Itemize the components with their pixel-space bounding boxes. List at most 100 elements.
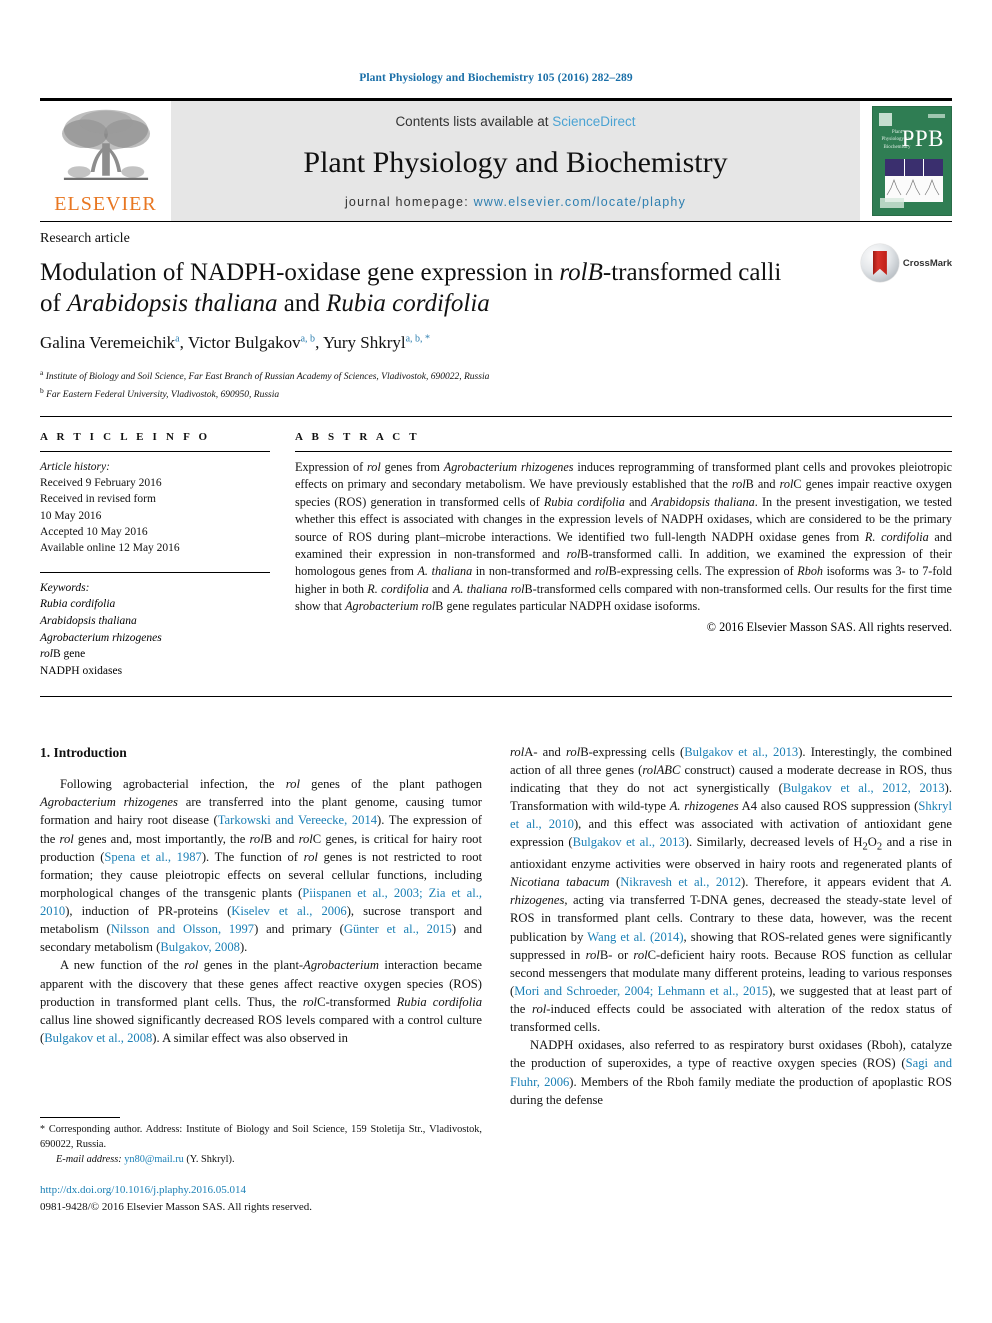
cover-issue-mark-icon <box>928 114 945 118</box>
keyword-italic-part: rol <box>40 648 53 661</box>
keyword-item: Rubia cordifolia <box>40 598 116 611</box>
footnote-rule <box>40 1117 120 1119</box>
article-info-column: A R T I C L E I N F O Article history: R… <box>40 431 295 680</box>
citation-link[interactable]: Bulgakov et al., 2008 <box>44 1031 152 1045</box>
citation-link[interactable]: Bulgakov et al., 2013 <box>573 835 685 849</box>
citation-link[interactable]: Mori and Schroeder, 2004; Lehmann et al.… <box>514 984 768 998</box>
affiliation-marker: b <box>40 385 44 395</box>
cover-footer-mark-icon <box>880 198 904 208</box>
contents-available-line: Contents lists available at ScienceDirec… <box>395 114 635 129</box>
cover-photo-2 <box>904 159 925 176</box>
crossmark-icon <box>860 244 899 282</box>
author-sep: , <box>179 333 188 352</box>
history-item: Available online 12 May 2016 <box>40 542 180 555</box>
abstract-column: A B S T R A C T Expression of rol genes … <box>295 431 952 680</box>
journal-homepage-link[interactable]: www.elsevier.com/locate/plaphy <box>474 195 686 209</box>
cover-photo-1 <box>885 159 905 176</box>
affiliation-text: Institute of Biology and Soil Science, F… <box>45 372 490 383</box>
citation-link[interactable]: Sagi and Fluhr, 2006 <box>510 1056 952 1088</box>
author-name[interactable]: Galina Veremeichik <box>40 333 175 352</box>
article-history-label: Article history: <box>40 460 110 473</box>
issn-copyright-line: 0981-9428/© 2016 Elsevier Masson SAS. Al… <box>40 1200 313 1213</box>
title-segment-1: Modulation of NADPH-oxidase gene express… <box>40 259 560 286</box>
affiliation-list: a Institute of Biology and Soil Science,… <box>40 367 952 403</box>
history-item: 10 May 2016 <box>40 509 102 522</box>
author-sep: , <box>315 333 323 352</box>
paragraph: A new function of the rol genes in the p… <box>40 958 483 1045</box>
email-label: E-mail address: <box>56 1154 122 1166</box>
citation-link[interactable]: Tarkowski and Vereecke, 2014 <box>218 813 377 827</box>
abstract-text: Expression of rol genes from Agrobacteri… <box>295 459 953 614</box>
homepage-prefix: journal homepage: <box>344 195 474 209</box>
history-item: Received in revised form <box>40 493 156 506</box>
article-type: Research article <box>40 231 130 246</box>
author-name[interactable]: Victor Bulgakov <box>188 333 301 352</box>
cover-photo-strip <box>885 159 944 176</box>
citation-link[interactable]: Günter et al., 2015 <box>344 922 452 936</box>
corresponding-author-note: * Corresponding author. Address: Institu… <box>40 1123 482 1153</box>
elsevier-tree-icon <box>61 109 150 180</box>
email-link[interactable]: yn80@mail.ru <box>124 1154 184 1165</box>
citation-link[interactable]: Nikravesh et al., 2012 <box>620 875 741 889</box>
journal-masthead: ELSEVIER Contents lists available at Sci… <box>40 98 952 221</box>
cover-plot-icon <box>886 179 940 196</box>
author-name[interactable]: Yury Shkryl <box>323 333 406 352</box>
cover-acronym: PPB <box>901 126 944 151</box>
email-owner: (Y. Shkryl). <box>183 1154 235 1166</box>
page-title: Modulation of NADPH-oxidase gene express… <box>40 257 800 319</box>
affiliation-text: Far Eastern Federal University, Vladivos… <box>46 390 280 401</box>
author-affil-marker: a, b, * <box>405 333 431 345</box>
history-item: Accepted 10 May 2016 <box>40 526 148 539</box>
abstract-rule <box>295 450 952 452</box>
affiliation-marker: a <box>40 368 44 377</box>
info-abstract-band: A R T I C L E I N F O Article history: R… <box>40 415 952 697</box>
cover-publisher-mark-icon <box>879 113 892 126</box>
contents-prefix: Contents lists available at <box>395 114 553 129</box>
article-header: CrossMark Research article Modulation of… <box>40 221 952 403</box>
cover-figure-panel <box>885 159 944 202</box>
keyword-item: NADPH oxidases <box>40 665 123 678</box>
paragraph: rolA- and rolB-expressing cells (Bulgako… <box>510 744 953 1035</box>
journal-title: Plant Physiology and Biochemistry <box>303 145 728 179</box>
doi-link[interactable]: http://dx.doi.org/10.1016/j.plaphy.2016.… <box>40 1182 482 1199</box>
keyword-item: Arabidopsis thaliana <box>40 615 137 628</box>
title-italic-2: Arabidopsis thaliana <box>67 290 278 317</box>
elsevier-logo: ELSEVIER <box>40 101 171 221</box>
abstract-copyright: © 2016 Elsevier Masson SAS. All rights r… <box>706 619 952 634</box>
keywords-label: Keywords: <box>40 581 90 594</box>
footer-doi-block: http://dx.doi.org/10.1016/j.plaphy.2016.… <box>40 1182 482 1215</box>
citation-link[interactable]: Wang et al. (2014) <box>587 930 683 944</box>
corresponding-author-text: Corresponding author. Address: Institute… <box>40 1124 482 1151</box>
paragraph: Following agrobacterial infection, the r… <box>40 777 483 955</box>
keywords-rule <box>40 571 270 573</box>
keywords-block: Keywords: Rubia cordifolia Arabidopsis t… <box>40 580 270 680</box>
citation-link[interactable]: Bulgakov et al., 2013 <box>684 745 798 759</box>
body-column-right: rolA- and rolB-expressing cells (Bulgako… <box>510 743 952 1215</box>
sciencedirect-link[interactable]: ScienceDirect <box>552 114 635 129</box>
masthead-center: Contents lists available at ScienceDirec… <box>171 101 860 221</box>
citation-link[interactable]: Bulgakov et al., 2012, 2013 <box>783 781 945 795</box>
keyword-item: Agrobacterium rhizogenes <box>40 631 162 644</box>
cover-image: Plant Physiology and Biochemistry PPB <box>872 106 952 216</box>
section-heading-introduction: 1. Introduction <box>40 744 127 760</box>
keyword-item: rolB gene <box>40 648 86 661</box>
crossmark-badge-group[interactable]: CrossMark <box>860 244 952 282</box>
journal-homepage-line: journal homepage: www.elsevier.com/locat… <box>345 195 686 209</box>
abstract-heading: A B S T R A C T <box>295 430 420 443</box>
elsevier-wordmark: ELSEVIER <box>54 193 157 215</box>
title-segment-3: and <box>277 290 327 317</box>
citation-link[interactable]: Spena et al., 1987 <box>104 850 201 864</box>
title-italic-1: rolB <box>559 259 603 286</box>
email-note: E-mail address: yn80@mail.ru (Y. Shkryl)… <box>40 1153 482 1168</box>
body-columns: 1. Introduction Following agrobacterial … <box>40 743 952 1215</box>
author-list: Galina Veremeichika, Victor Bulgakova, b… <box>40 333 952 353</box>
crossmark-label: CrossMark <box>902 257 952 269</box>
journal-cover-thumbnail: Plant Physiology and Biochemistry PPB <box>860 101 952 221</box>
column-footnote: * Corresponding author. Address: Institu… <box>40 1117 482 1215</box>
affiliation-item: b Far Eastern Federal University, Vladiv… <box>40 385 952 403</box>
body-column-left: 1. Introduction Following agrobacterial … <box>40 743 482 1215</box>
citation-link[interactable]: Bulgakov, 2008 <box>160 940 240 954</box>
citation-link[interactable]: Nilsson and Olsson, 1997 <box>111 922 254 936</box>
citation-link[interactable]: Kiselev et al., 2006 <box>231 904 346 918</box>
